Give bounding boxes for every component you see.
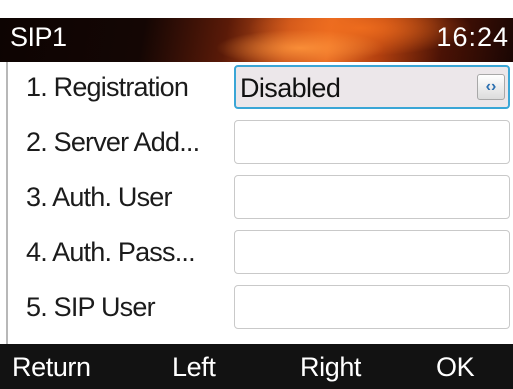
settings-list: 1. Registration Disabled ‹› 2. Server Ad… xyxy=(6,62,513,344)
left-softkey[interactable]: Left xyxy=(172,352,216,383)
setting-row-auth-password[interactable]: 4. Auth. Pass... xyxy=(8,227,513,279)
phone-screen: SIP1 16:24 1. Registration Disabled ‹› 2… xyxy=(0,0,513,389)
switch-arrows-icon[interactable]: ‹› xyxy=(477,74,505,100)
setting-row-auth-user[interactable]: 3. Auth. User xyxy=(8,172,513,224)
title-bar: SIP1 16:24 xyxy=(0,18,513,62)
setting-row-server-address[interactable]: 2. Server Add... xyxy=(8,117,513,169)
setting-row-registration[interactable]: 1. Registration Disabled ‹› xyxy=(8,62,513,114)
page-title: SIP1 xyxy=(10,22,67,52)
auth-user-field[interactable] xyxy=(234,175,510,219)
auth-password-field[interactable] xyxy=(234,230,510,274)
registration-select[interactable]: Disabled ‹› xyxy=(234,65,510,109)
setting-label: 1. Registration xyxy=(26,72,189,102)
ok-softkey[interactable]: OK xyxy=(436,352,475,383)
right-softkey[interactable]: Right xyxy=(300,352,361,383)
setting-label: 5. SIP User xyxy=(26,292,156,322)
registration-value: Disabled xyxy=(240,73,341,103)
return-softkey[interactable]: Return xyxy=(12,352,91,383)
setting-label: 3. Auth. User xyxy=(26,182,172,212)
setting-label: 4. Auth. Pass... xyxy=(26,237,196,267)
server-address-field[interactable] xyxy=(234,120,510,164)
setting-label: 2. Server Add... xyxy=(26,127,200,157)
sip-user-field[interactable] xyxy=(234,285,510,329)
clock: 16:24 xyxy=(436,22,509,52)
softkey-bar: Return Left Right OK xyxy=(0,344,513,389)
setting-row-sip-user[interactable]: 5. SIP User xyxy=(8,282,513,334)
